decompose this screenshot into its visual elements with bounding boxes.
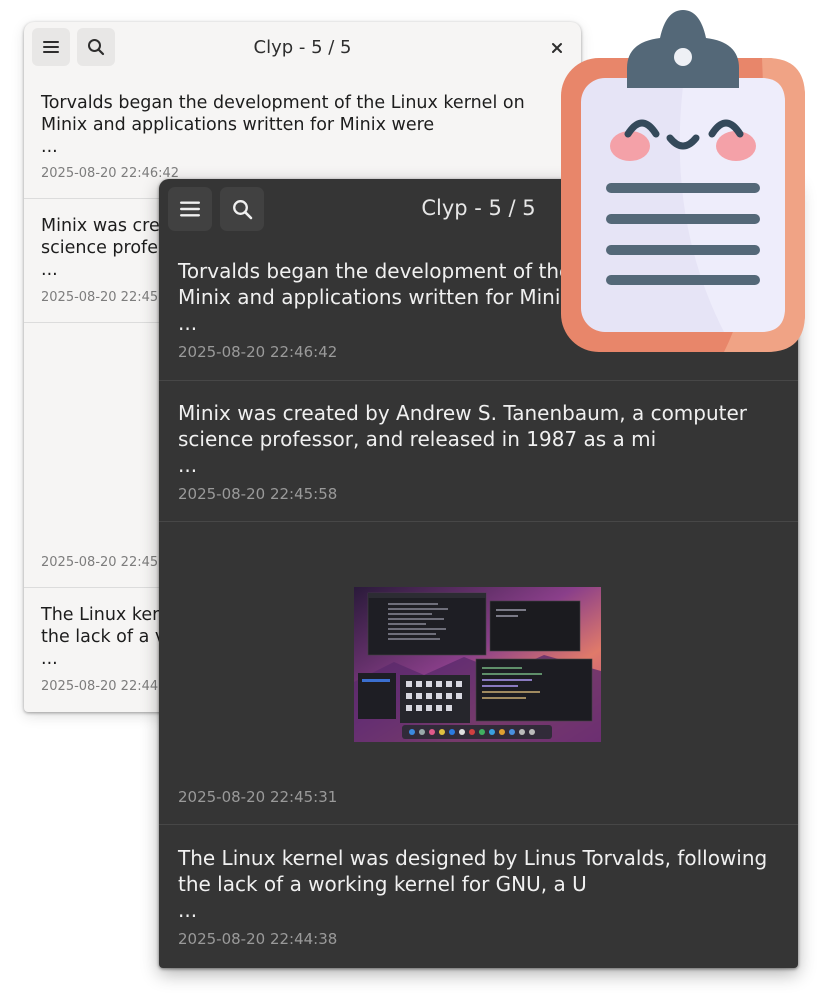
stage: Clyp - 5 / 5 Torvalds began the developm… xyxy=(0,0,820,995)
item-text: The Linux kernel was designed by Linus T… xyxy=(178,846,768,922)
desktop-screenshot-thumbnail xyxy=(354,587,601,742)
item-text: Torvalds began the development of the Li… xyxy=(41,93,525,157)
clipboard-mascot-icon xyxy=(561,10,805,352)
list-item[interactable]: The Linux kernel was designed by Linus T… xyxy=(159,845,798,923)
item-timestamp: 2025-08-20 22:44: xyxy=(41,679,163,694)
item-timestamp: 2025-08-20 22:46:42 xyxy=(178,343,338,361)
item-timestamp: 2025-08-20 22:45:31 xyxy=(178,788,338,806)
divider xyxy=(159,380,798,381)
item-meta: 2025-08-20 22:44:38 xyxy=(159,930,798,950)
divider xyxy=(159,824,798,825)
item-timestamp: 2025-08-20 22:45:58 xyxy=(178,485,338,503)
list-item[interactable]: Torvalds began the development of the Li… xyxy=(24,92,581,158)
item-timestamp: 2025-08-20 22:44:38 xyxy=(178,930,338,948)
list-item[interactable]: Minix was created by Andrew S. Tanenbaum… xyxy=(159,400,798,478)
item-text: Minix was created by Andrew S. Tanenbaum… xyxy=(178,401,748,477)
header-bar: Clyp - 5 / 5 xyxy=(24,22,581,78)
item-timestamp: 2025-08-20 22:45: xyxy=(41,290,163,305)
item-meta: 2025-08-20 22:45:58 xyxy=(159,485,798,505)
item-timestamp: 2025-08-20 22:45: xyxy=(41,555,163,570)
window-title: Clyp - 5 / 5 xyxy=(253,37,352,58)
